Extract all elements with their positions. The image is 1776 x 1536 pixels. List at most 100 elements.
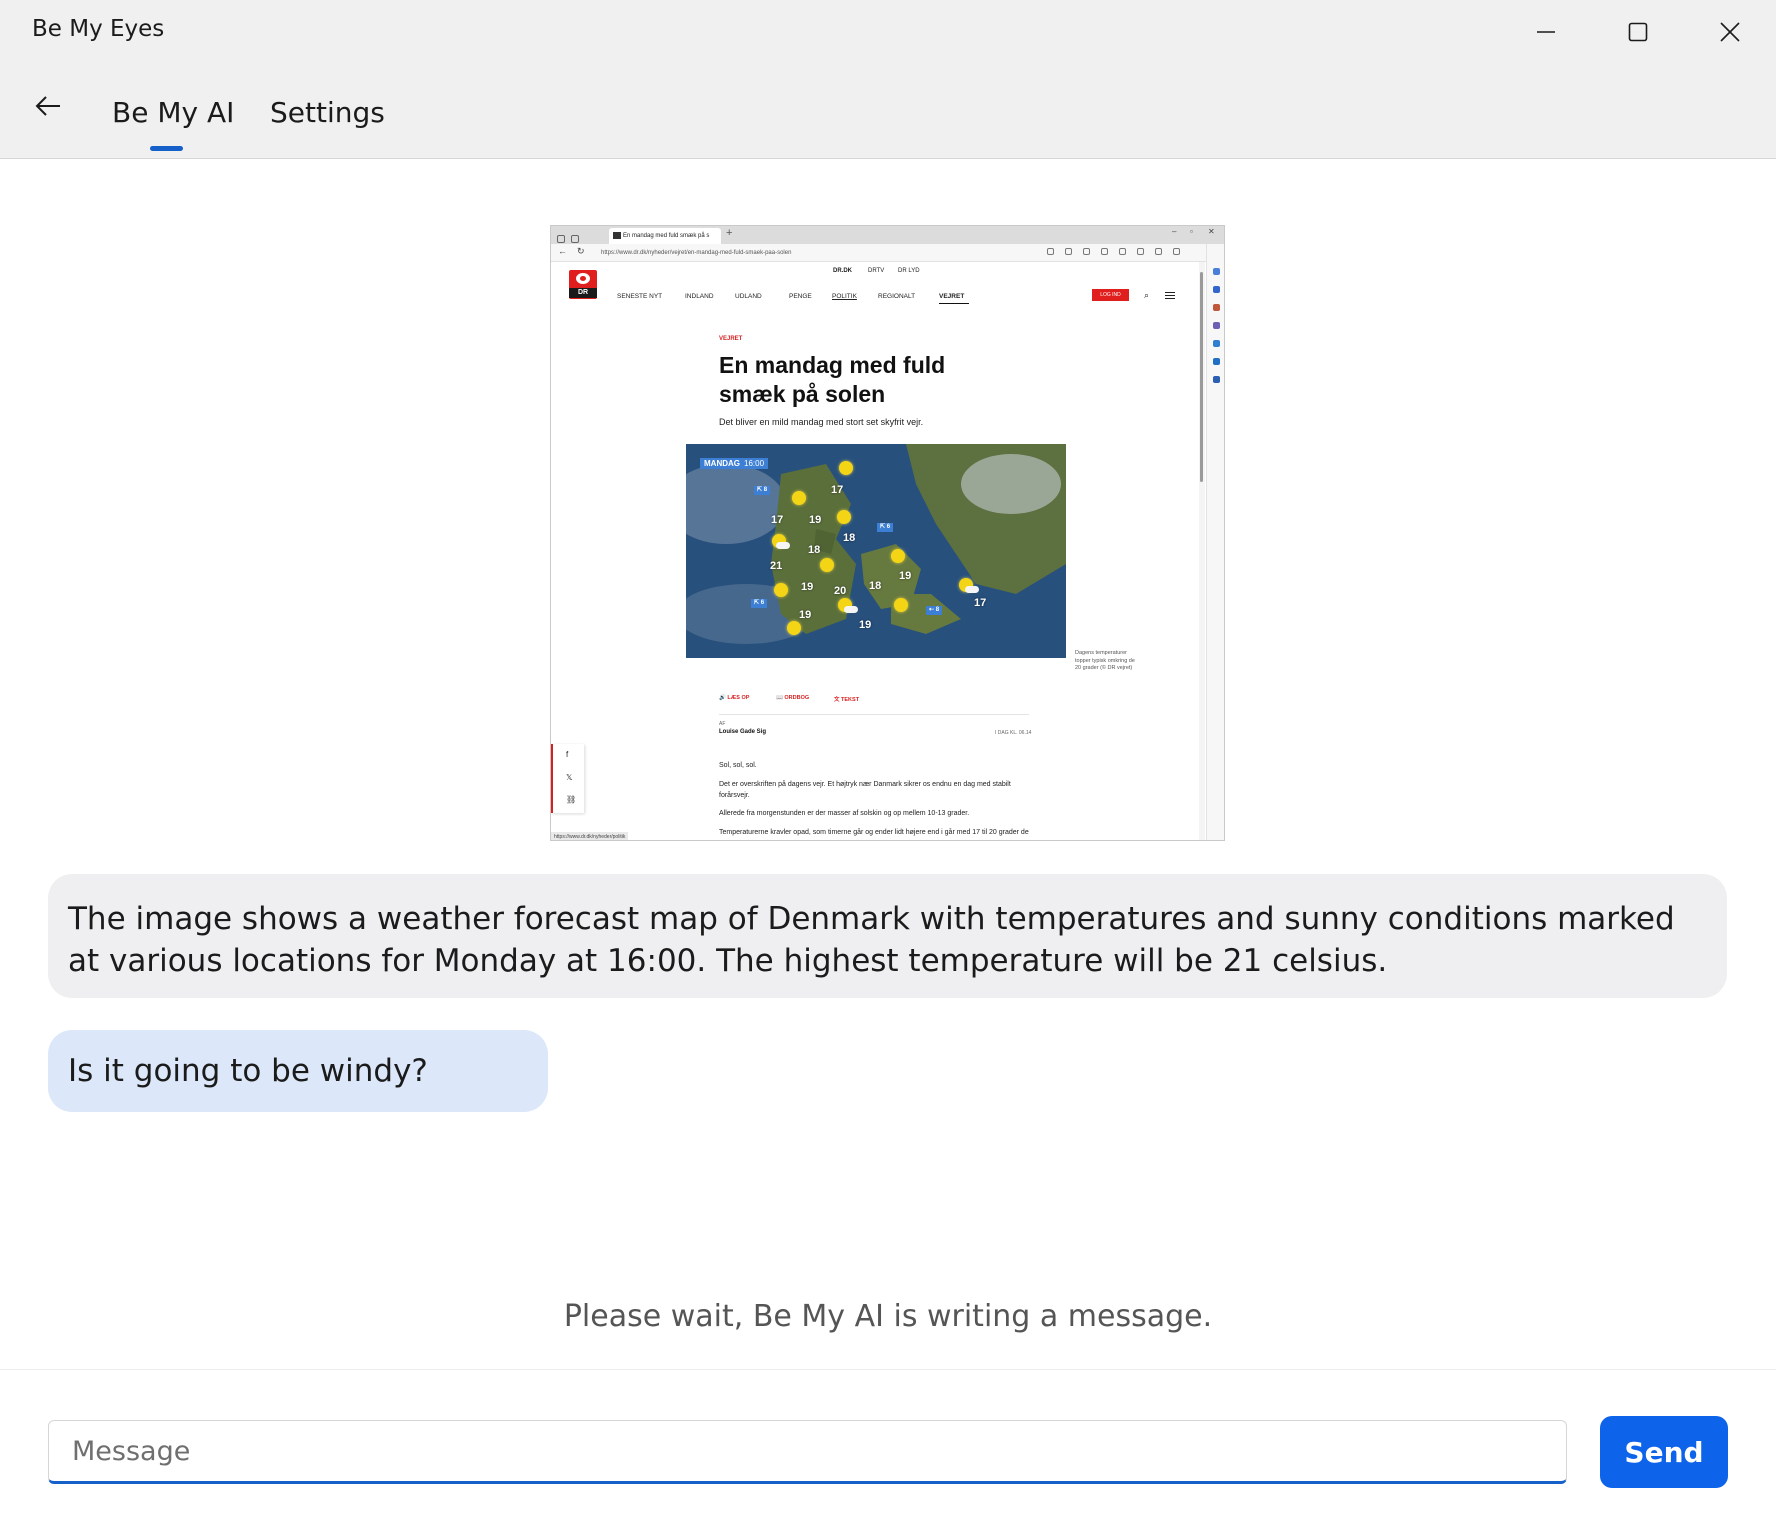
article-paragraph: Sol, sol, sol. <box>719 762 757 769</box>
scrollbar-thumb <box>1200 272 1203 482</box>
map-background <box>686 444 1066 658</box>
top-link: DR LYD <box>898 268 920 274</box>
map-temperature: 18 <box>869 580 882 592</box>
sidebar-app-icon <box>1213 268 1220 275</box>
tool-label: TEKST <box>841 697 860 703</box>
wind-badge: ⇱ 6 <box>877 523 894 532</box>
site-menu-item: SENESTE NYT <box>617 293 663 300</box>
article-paragraph: Temperaturerne kravler opad, som timerne… <box>719 829 1029 840</box>
article-author: Louise Gade Sig <box>719 729 767 735</box>
tab-settings[interactable]: Settings <box>270 96 385 129</box>
browser-back-icon: ← <box>558 246 567 256</box>
wind-badge: ⇱ 8 <box>754 486 771 495</box>
site-menu-item: PENGE <box>789 293 812 300</box>
dr-logo-text: DR <box>569 288 597 298</box>
browser-toolbar-icon <box>1101 248 1108 255</box>
map-caption: Dagens temperaturer topper typisk omkrin… <box>1075 650 1135 671</box>
site-login-button: LOG IND <box>1092 289 1129 301</box>
browser-tab-strip: En mandag med fuld smæk på s + – ▫ ✕ <box>551 226 1224 261</box>
byline-label: AF <box>719 721 726 727</box>
top-link: DR.DK <box>833 268 852 274</box>
sidebar-app-icon <box>1213 286 1220 293</box>
sun-icon <box>787 621 801 635</box>
map-temperature: 17 <box>831 484 844 496</box>
browser-toolbar-icon <box>1047 248 1054 255</box>
browser-toolbar-icon <box>1173 248 1180 255</box>
new-tab-icon: + <box>726 227 733 239</box>
browser-toolbar-icon <box>1065 248 1072 255</box>
browser-close-icon: ✕ <box>1208 227 1215 236</box>
top-link: DRTV <box>868 268 885 274</box>
tool-label: LÆS OP <box>727 695 750 701</box>
map-temperature: 18 <box>808 544 821 556</box>
tab-be-my-ai[interactable]: Be My AI <box>112 96 234 129</box>
close-icon <box>1720 22 1740 42</box>
sidebar-app-icon <box>1213 322 1220 329</box>
site-menu-item-active: VEJRET <box>939 293 965 300</box>
article-paragraph: Allerede fra morgenstunden er der masser… <box>719 810 970 817</box>
back-arrow-icon <box>35 96 60 116</box>
browser-toolbar-icon <box>1137 248 1144 255</box>
browser-toolbar-icon <box>1119 248 1126 255</box>
share-toolbar: f 𝕏 ⛓ <box>551 744 584 813</box>
browser-toolbar-icon <box>1083 248 1090 255</box>
browser-sidebar <box>1206 244 1224 840</box>
browser-toolbar-icon <box>1155 248 1162 255</box>
sun-icon <box>894 598 908 612</box>
map-temperature: 19 <box>859 619 872 631</box>
sidebar-app-icon <box>1213 376 1220 383</box>
map-time-label: 16:00 <box>744 459 765 468</box>
link-icon: ⛓ <box>566 795 577 804</box>
browser-refresh-icon: ↻ <box>577 246 585 256</box>
message-input[interactable] <box>48 1420 1567 1484</box>
article-lede: Det bliver en mild mandag med stort set … <box>719 417 924 427</box>
sun-icon <box>792 491 806 505</box>
app-title: Be My Eyes <box>32 16 165 42</box>
text-tool: 文 TEKST <box>834 697 860 703</box>
ai-message-bubble: The image shows a weather forecast map o… <box>48 874 1727 998</box>
sun-icon <box>891 549 905 563</box>
minimize-button[interactable] <box>1500 0 1592 64</box>
wind-speed: 8 <box>935 607 940 613</box>
article-headline: En mandag med fuld smæk på solen <box>719 352 946 407</box>
browser-maximize-icon: ▫ <box>1190 227 1193 236</box>
wind-badge: ⇠ 8 <box>926 606 943 615</box>
article-kicker: VEJRET <box>719 336 743 342</box>
map-temperature: 19 <box>799 609 812 621</box>
shared-screenshot-image: En mandag med fuld smæk på s + – ▫ ✕ ← ↻… <box>550 225 1225 841</box>
send-button[interactable]: Send <box>1600 1416 1728 1488</box>
tool-label: ORDBOG <box>784 695 810 701</box>
close-button[interactable] <box>1684 0 1776 64</box>
wind-speed: 6 <box>886 524 891 530</box>
browser-scrollbar <box>1199 262 1205 840</box>
article-paragraph: Det er overskriften på dagens vejr. Et h… <box>719 781 1011 799</box>
wind-badge: ⇱ 6 <box>751 599 768 608</box>
sun-icon <box>837 510 851 524</box>
back-button[interactable] <box>28 86 68 126</box>
maximize-button[interactable] <box>1592 0 1684 64</box>
cloud-icon <box>776 542 790 549</box>
wind-speed: 8 <box>763 487 768 493</box>
web-page: DR DR.DK DRTV DR LYD SENESTE NYT INDLAND… <box>551 262 1199 840</box>
site-search-icon: ⌕ <box>1144 290 1150 300</box>
browser-tab-title: En mandag med fuld smæk på s <box>623 233 710 239</box>
browser-minimize-icon: – <box>1172 227 1177 236</box>
dr-eye-icon <box>576 273 590 284</box>
site-menu-item: INDLAND <box>685 293 714 300</box>
map-temperature: 18 <box>843 532 856 544</box>
title-bar: Be My Eyes <box>0 0 1776 64</box>
map-temperature: 19 <box>809 514 822 526</box>
map-temperature: 17 <box>771 514 784 526</box>
article-date: I DAG KL. 06.14 <box>995 730 1032 736</box>
weather-map: MANDAG 16:00 17 17 19 18 18 21 19 20 18 <box>686 444 1066 658</box>
wind-speed: 6 <box>760 600 765 606</box>
cloud-icon <box>965 586 979 593</box>
selected-tab-indicator <box>150 146 183 151</box>
composer-divider <box>0 1369 1776 1370</box>
active-menu-underline <box>939 303 969 304</box>
sidebar-app-icon <box>1213 358 1220 365</box>
sun-icon <box>820 558 834 572</box>
map-temperature: 19 <box>899 570 912 582</box>
browser-status-url: https://www.dr.dk/nyheder/politik <box>551 832 629 840</box>
map-day-label: MANDAG <box>704 459 740 468</box>
